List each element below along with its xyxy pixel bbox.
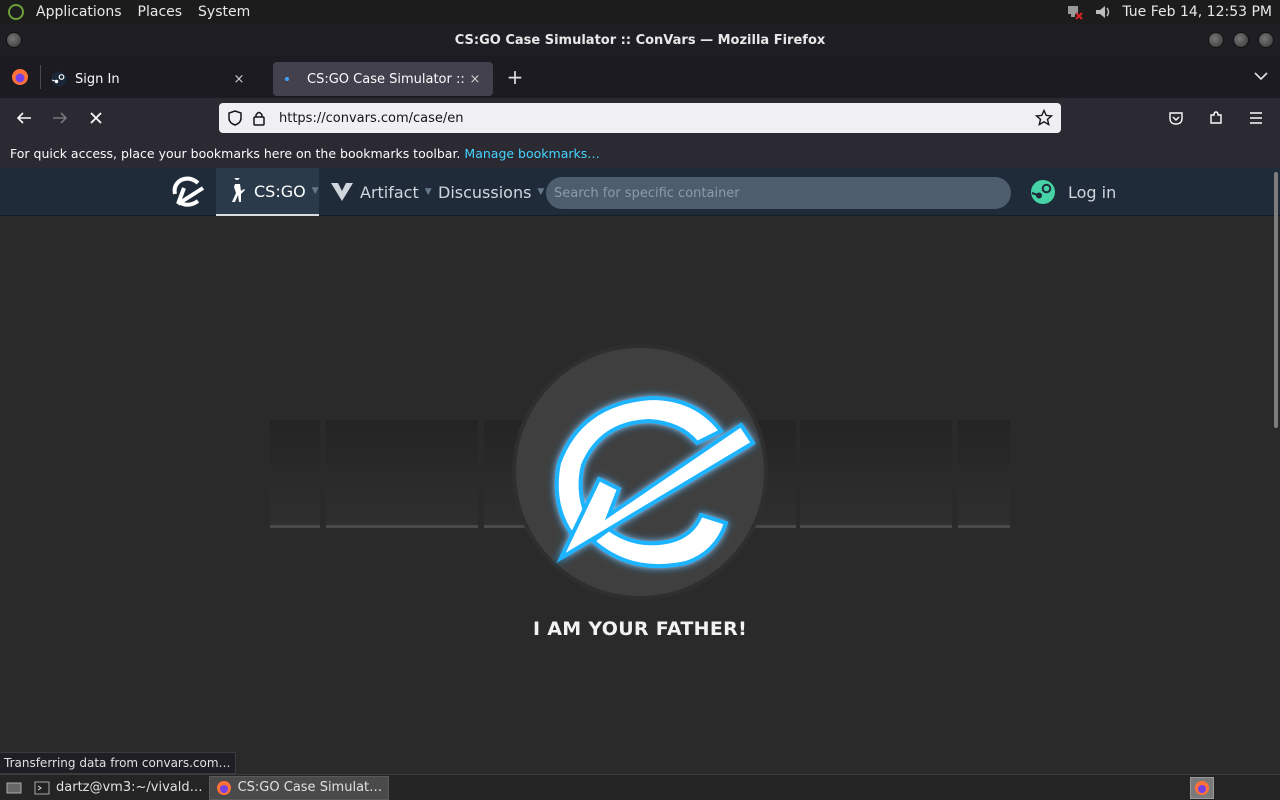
taskbar-item-label: dartz@vm3:~/vivald… [56, 780, 203, 795]
site-tab-discussions[interactable]: Discussions ▼ [438, 168, 544, 216]
firefox-icon [12, 69, 28, 85]
close-window-button[interactable] [1258, 32, 1274, 48]
terminal-icon [34, 781, 50, 794]
site-tab-label: CS:GO [254, 181, 306, 201]
workspace-switcher[interactable] [1190, 776, 1214, 799]
steam-icon [51, 71, 67, 87]
convars-logo-icon[interactable] [170, 176, 206, 208]
case-slot [270, 420, 320, 528]
caret-down-icon: ▼ [424, 187, 432, 197]
system-menu[interactable]: System [190, 4, 258, 20]
tab-close-icon[interactable]: × [231, 72, 247, 87]
site-tab-label: Artifact [360, 182, 419, 202]
new-tab-button[interactable]: + [497, 60, 533, 94]
firefox-icon [216, 780, 231, 795]
url-text[interactable]: https://convars.com/case/en [279, 111, 464, 126]
tab-close-icon[interactable]: × [467, 72, 483, 87]
site-tab-label: Discussions [438, 182, 532, 202]
loading-message: I AM YOUR FATHER! [532, 618, 748, 640]
bottom-taskbar: dartz@vm3:~/vivald… CS:GO Case Simulat… [0, 774, 1280, 800]
tab-strip: Sign In × CS:GO Case Simulator :: ConVar… [0, 56, 1280, 98]
back-arrow-icon[interactable] [6, 102, 42, 134]
case-slot [800, 420, 952, 528]
page-content: CS:GO ▼ Artifact ▼ Discussions ▼ Log in [0, 168, 1280, 774]
bookmark-star-icon[interactable] [1035, 109, 1053, 127]
tab-case-simulator[interactable]: CS:GO Case Simulator :: ConVars × [273, 62, 493, 96]
site-tab-csgo[interactable]: CS:GO ▼ [216, 168, 319, 216]
bookmarks-toolbar: For quick access, place your bookmarks h… [0, 138, 1280, 168]
manage-bookmarks-link[interactable]: Manage bookmarks… [464, 146, 599, 161]
firefox-icon [1195, 780, 1209, 795]
pocket-icon[interactable] [1158, 102, 1194, 134]
maximize-button[interactable] [1233, 32, 1249, 48]
csgo-soldier-icon [232, 178, 245, 202]
caret-down-icon: ▼ [537, 187, 545, 197]
distro-logo-icon[interactable] [8, 4, 24, 20]
places-menu[interactable]: Places [130, 4, 191, 20]
show-desktop-button[interactable] [0, 776, 28, 800]
extensions-puzzle-icon[interactable] [1198, 102, 1234, 134]
convars-loading-logo-icon [512, 344, 768, 600]
loading-spinner-icon [285, 77, 289, 81]
tab-label: CS:GO Case Simulator :: ConVars [307, 71, 467, 87]
container-search-input[interactable] [546, 177, 1011, 209]
case-slot [326, 420, 478, 528]
minimize-button[interactable] [1208, 32, 1224, 48]
desktop-icon [6, 782, 22, 793]
login-label: Log in [1068, 182, 1117, 202]
top-panel: Applications Places System Tue Feb 14, 1… [0, 0, 1280, 24]
hamburger-menu-icon[interactable] [1238, 102, 1274, 134]
tab-label: Sign In [75, 71, 120, 87]
case-slot [958, 420, 1010, 528]
page-scrollbar[interactable] [1274, 172, 1278, 428]
volume-icon[interactable] [1094, 3, 1112, 21]
lock-icon[interactable] [251, 110, 267, 126]
caret-down-icon: ▼ [311, 186, 319, 196]
site-tab-artifact[interactable]: Artifact ▼ [330, 168, 432, 216]
taskbar-item-label: CS:GO Case Simulat… [237, 780, 383, 795]
site-navbar: CS:GO ▼ Artifact ▼ Discussions ▼ Log in [0, 168, 1280, 216]
status-panel: Transferring data from convars.com… [0, 752, 236, 774]
navigation-toolbar: https://convars.com/case/en [0, 98, 1280, 138]
window-title: CS:GO Case Simulator :: ConVars — Mozill… [454, 32, 826, 48]
window-titlebar[interactable]: CS:GO Case Simulator :: ConVars — Mozill… [0, 24, 1280, 56]
clock[interactable]: Tue Feb 14, 12:53 PM [1122, 4, 1272, 20]
taskbar-item-firefox[interactable]: CS:GO Case Simulat… [208, 775, 390, 800]
forward-arrow-icon[interactable] [42, 102, 78, 134]
list-all-tabs-chevron-icon[interactable] [1254, 69, 1268, 85]
network-disconnected-icon[interactable] [1066, 3, 1084, 21]
firefox-view-button[interactable] [0, 56, 40, 98]
tab-sign-in[interactable]: Sign In × [41, 62, 257, 96]
bookmarks-hint: For quick access, place your bookmarks h… [10, 145, 461, 161]
address-bar[interactable]: https://convars.com/case/en [219, 103, 1061, 133]
artifact-logo-icon [331, 183, 353, 201]
steam-icon [1031, 180, 1055, 204]
taskbar-item-terminal[interactable]: dartz@vm3:~/vivald… [28, 776, 209, 800]
shield-icon[interactable] [227, 110, 243, 126]
stop-loading-icon[interactable] [78, 102, 114, 134]
window-menu-button[interactable] [6, 32, 22, 48]
applications-menu[interactable]: Applications [28, 4, 130, 20]
steam-login-button[interactable]: Log in [1030, 176, 1116, 208]
